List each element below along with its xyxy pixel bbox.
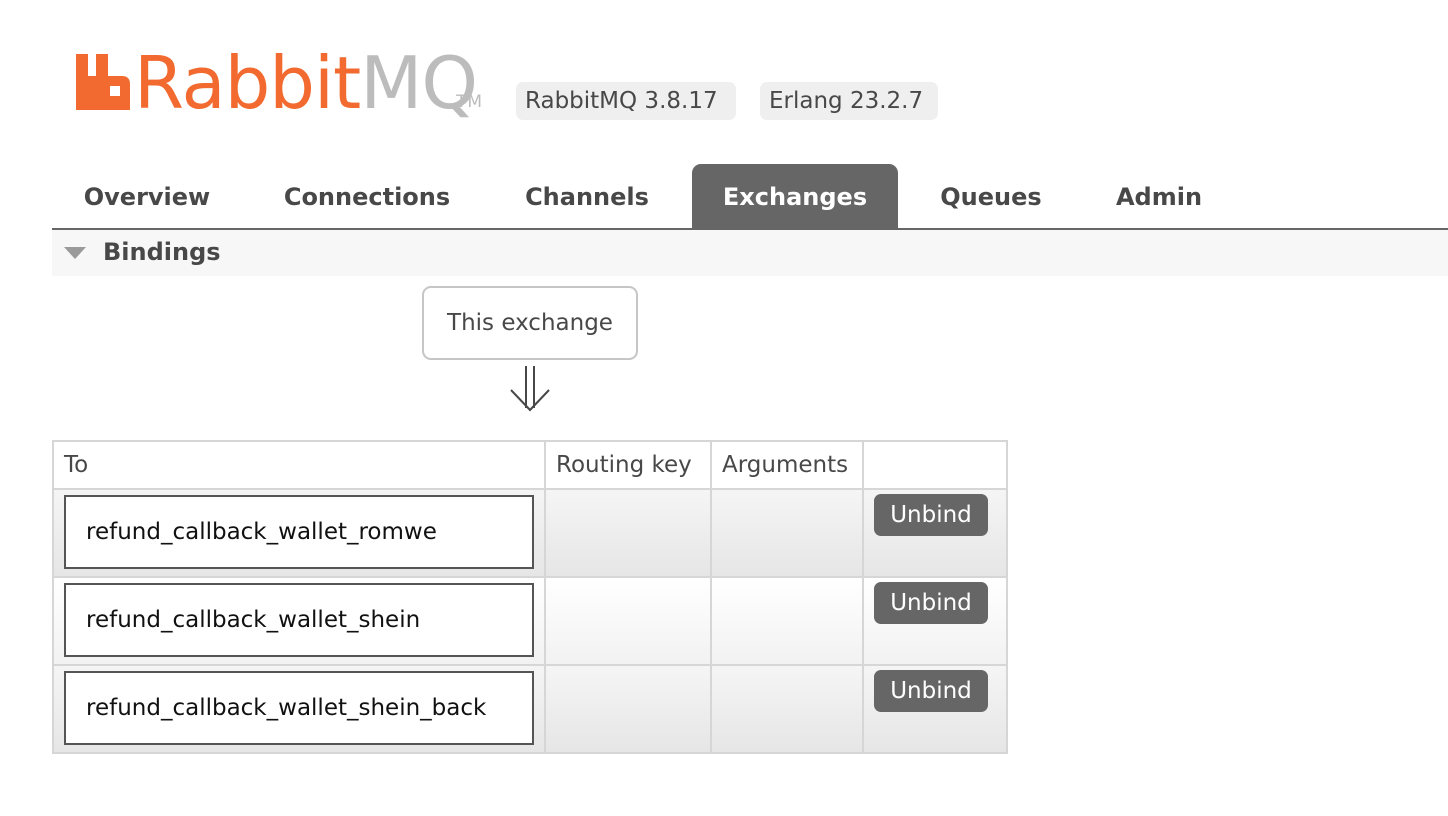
tab-connections[interactable]: Connections <box>262 164 472 228</box>
collapse-triangle-icon <box>64 247 86 259</box>
section-title: Bindings <box>103 238 221 266</box>
destination-cell: refund_callback_wallet_shein <box>52 576 546 666</box>
erlang-version-badge: Erlang 23.2.7 <box>760 82 938 120</box>
destination-queue-link[interactable]: refund_callback_wallet_shein_back <box>64 671 534 745</box>
column-header-to: To <box>52 440 546 490</box>
table-row: refund_callback_wallet_shein Unbind <box>52 576 1008 666</box>
actions-cell: Unbind <box>862 488 1008 578</box>
arguments-cell <box>710 664 864 754</box>
logo-wordmark: RabbitMQ <box>134 41 478 125</box>
column-header-routing-key: Routing key <box>544 440 712 490</box>
rabbitmq-logo-icon <box>76 54 130 110</box>
destination-cell: refund_callback_wallet_romwe <box>52 488 546 578</box>
trademark-mark: TM <box>456 92 484 112</box>
routing-key-cell <box>544 488 712 578</box>
table-row: refund_callback_wallet_shein_back Unbind <box>52 664 1008 754</box>
bindings-section-toggle[interactable]: Bindings <box>52 230 1448 276</box>
main-nav-tabs: Overview Connections Channels Exchanges … <box>52 164 1448 228</box>
arguments-cell <box>710 488 864 578</box>
tab-exchanges[interactable]: Exchanges <box>692 164 898 228</box>
double-down-arrow-icon <box>510 366 550 412</box>
table-row: refund_callback_wallet_romwe Unbind <box>52 488 1008 578</box>
destination-queue-link[interactable]: refund_callback_wallet_shein <box>64 583 534 657</box>
tab-channels[interactable]: Channels <box>502 164 672 228</box>
tab-overview[interactable]: Overview <box>52 164 242 228</box>
routing-key-cell <box>544 664 712 754</box>
column-header-arguments: Arguments <box>710 440 864 490</box>
tab-admin[interactable]: Admin <box>1092 164 1226 228</box>
bindings-table: To Routing key Arguments refund_callback… <box>52 440 1008 754</box>
unbind-button[interactable]: Unbind <box>874 582 988 624</box>
arguments-cell <box>710 576 864 666</box>
unbind-button[interactable]: Unbind <box>874 494 988 536</box>
header: RabbitMQ TM RabbitMQ 3.8.17 Erlang 23.2.… <box>0 0 1448 150</box>
column-header-actions <box>862 440 1008 490</box>
rabbitmq-version-badge: RabbitMQ 3.8.17 <box>516 82 736 120</box>
this-exchange-box: This exchange <box>422 286 638 360</box>
unbind-button[interactable]: Unbind <box>874 670 988 712</box>
tab-queues[interactable]: Queues <box>918 164 1064 228</box>
table-header-row: To Routing key Arguments <box>52 440 1008 490</box>
routing-key-cell <box>544 576 712 666</box>
destination-cell: refund_callback_wallet_shein_back <box>52 664 546 754</box>
actions-cell: Unbind <box>862 664 1008 754</box>
actions-cell: Unbind <box>862 576 1008 666</box>
destination-queue-link[interactable]: refund_callback_wallet_romwe <box>64 495 534 569</box>
